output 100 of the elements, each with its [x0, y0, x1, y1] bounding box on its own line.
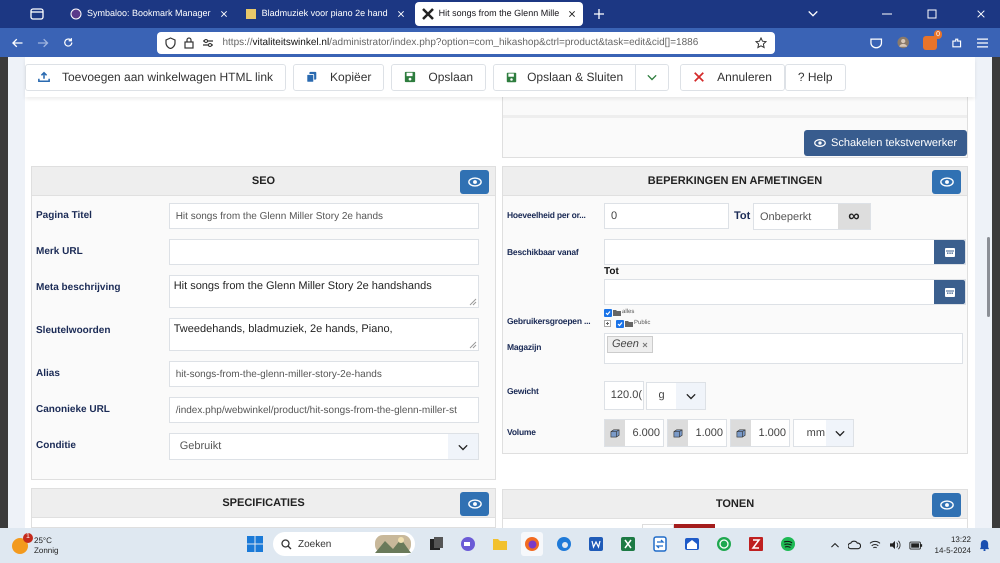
- field-label: Hoeveelheid per or...: [507, 210, 586, 220]
- dimension-field[interactable]: 1.000: [730, 419, 790, 447]
- search-icon: [281, 538, 292, 550]
- select-field[interactable]: mm: [793, 419, 854, 447]
- scrollbar-thumb[interactable]: [987, 237, 990, 317]
- expand-icon[interactable]: [604, 320, 611, 327]
- address-bar[interactable]: https://vitaliteitswinkel.nl/administrator/index.php?option=com_hikashop&ctrl=product&task=edit&cid[]=1886: [157, 32, 776, 54]
- calendar-button[interactable]: [934, 280, 965, 304]
- browser-tab[interactable]: Bladmuziek voor piano 2e hand: [238, 2, 412, 26]
- calendar-icon: [944, 246, 956, 258]
- chevron-down-icon: [646, 72, 658, 82]
- field-label: Tot: [734, 209, 752, 224]
- extensions-icon[interactable]: [951, 36, 963, 48]
- visibility-button[interactable]: [932, 493, 961, 517]
- date-field[interactable]: [604, 239, 966, 265]
- maximize-icon[interactable]: [927, 9, 937, 19]
- close-icon: [693, 71, 706, 83]
- mail-icon[interactable]: [684, 536, 700, 552]
- toolbar-button[interactable]: Toevoegen aan winkelwagen HTML link: [25, 64, 286, 90]
- toolbar-button[interactable]: ? Help: [784, 64, 846, 90]
- word-icon[interactable]: [588, 536, 604, 552]
- visibility-button[interactable]: [932, 170, 961, 194]
- favicon-icon: [70, 8, 82, 20]
- field-label: Canonieke URL: [36, 403, 111, 417]
- spotify-icon[interactable]: [780, 536, 796, 552]
- input-field[interactable]: 120.0(: [604, 381, 644, 410]
- resize-handle-icon: [469, 298, 477, 306]
- bookmark-star-icon[interactable]: [755, 36, 768, 48]
- toolbar-button[interactable]: Kopiëer: [293, 64, 384, 90]
- select-field[interactable]: g: [646, 382, 706, 410]
- browser-tab[interactable]: Hit songs from the Glenn Mille: [414, 2, 584, 26]
- visibility-button[interactable]: [460, 170, 489, 194]
- forward-icon[interactable]: [37, 38, 49, 48]
- filezilla-icon[interactable]: [748, 536, 764, 552]
- checkbox[interactable]: [616, 320, 624, 328]
- visibility-button[interactable]: [460, 492, 489, 516]
- excel-icon[interactable]: [620, 536, 636, 552]
- color-swatch[interactable]: [674, 524, 715, 528]
- calendar-button[interactable]: [934, 240, 965, 264]
- tag-chip[interactable]: Geen: [607, 336, 653, 353]
- chevron-down-icon: [834, 428, 846, 438]
- sync-icon[interactable]: [652, 536, 668, 552]
- text-area[interactable]: Hit songs from the Glenn Miller Story 2e handshands: [168, 275, 479, 308]
- color-swatch[interactable]: [642, 524, 674, 528]
- field-label: Alias: [36, 367, 61, 381]
- text-area[interactable]: Tweedehands, bladmuziek, 2e hands, Piano,: [168, 318, 479, 351]
- back-icon[interactable]: [12, 38, 24, 48]
- clock-time[interactable]: 13:22: [950, 534, 971, 545]
- resize-handle-icon: [469, 341, 477, 349]
- menu-icon[interactable]: [976, 38, 988, 48]
- search-field[interactable]: Zoeken: [273, 532, 415, 556]
- notification-bell-icon[interactable]: [979, 539, 990, 551]
- wifi-icon[interactable]: [868, 540, 881, 550]
- volume-icon[interactable]: [888, 540, 901, 550]
- checkbox[interactable]: [604, 308, 612, 316]
- url-text[interactable]: https://vitaliteitswinkel.nl/administrator/index.php?option=com_hikashop&ctrl=product&task=edit&cid[]=1886: [222, 35, 748, 50]
- browser-tab[interactable]: Symbaloo: Bookmark Manager: [63, 2, 235, 26]
- close-tab-icon[interactable]: [568, 10, 576, 18]
- weather-condition: Zonnig: [34, 546, 58, 556]
- input-field[interactable]: /index.php/webwinkel/product/hit-songs-from-the-glenn-miller-st: [168, 397, 479, 423]
- close-window-icon[interactable]: [976, 9, 986, 19]
- input-field[interactable]: Onbeperkt ∞: [753, 203, 871, 230]
- new-tab-icon[interactable]: [594, 9, 604, 19]
- upload-icon: [38, 71, 50, 83]
- date-field[interactable]: [604, 279, 966, 305]
- edge-icon[interactable]: [556, 536, 572, 552]
- clock-date[interactable]: 14-5-2024: [934, 545, 971, 556]
- windows-start-icon[interactable]: [247, 536, 263, 552]
- remove-icon[interactable]: [642, 342, 648, 348]
- shield-icon: [165, 36, 176, 48]
- select-field[interactable]: Gebruikt: [168, 433, 479, 460]
- input-field[interactable]: hit-songs-from-the-glenn-miller-story-2e-hands: [168, 361, 479, 387]
- chat-icon[interactable]: [460, 536, 476, 552]
- multi-select-field[interactable]: Geen: [604, 333, 963, 364]
- tab-list-icon[interactable]: [30, 7, 44, 21]
- task-view-icon[interactable]: [428, 536, 444, 552]
- toolbar-button[interactable]: Opslaan: [391, 64, 486, 90]
- dimension-field[interactable]: 6.000: [604, 419, 664, 447]
- input-field[interactable]: 0: [604, 203, 729, 229]
- eye-icon: [468, 175, 482, 189]
- firefox-icon[interactable]: [524, 536, 540, 552]
- dimension-field[interactable]: 1.000: [667, 419, 727, 447]
- panel-title: TONEN: [716, 496, 754, 512]
- battery-icon[interactable]: [908, 540, 923, 550]
- cloud-icon[interactable]: [848, 540, 861, 550]
- reload-icon[interactable]: [62, 37, 74, 48]
- chevron-up-icon[interactable]: [830, 541, 840, 549]
- field-label: Beschikbaar vanaf: [507, 247, 579, 257]
- input-field[interactable]: [168, 239, 479, 265]
- toggle-editor-button[interactable]: Schakelen tekstverwerker: [804, 130, 967, 156]
- minimize-icon[interactable]: [882, 13, 892, 15]
- weather-icon[interactable]: [12, 538, 28, 554]
- toolbar-button[interactable]: Annuleren: [680, 64, 785, 90]
- input-field[interactable]: Hit songs from the Glenn Miller Story 2e hands: [168, 203, 479, 229]
- lock-icon: [184, 36, 194, 48]
- avatar-icon[interactable]: [896, 36, 910, 49]
- save-icon: [506, 72, 518, 82]
- unlimited-button[interactable]: ∞: [838, 204, 870, 229]
- whatsapp-icon[interactable]: [716, 536, 732, 552]
- pocket-icon[interactable]: [870, 36, 883, 48]
